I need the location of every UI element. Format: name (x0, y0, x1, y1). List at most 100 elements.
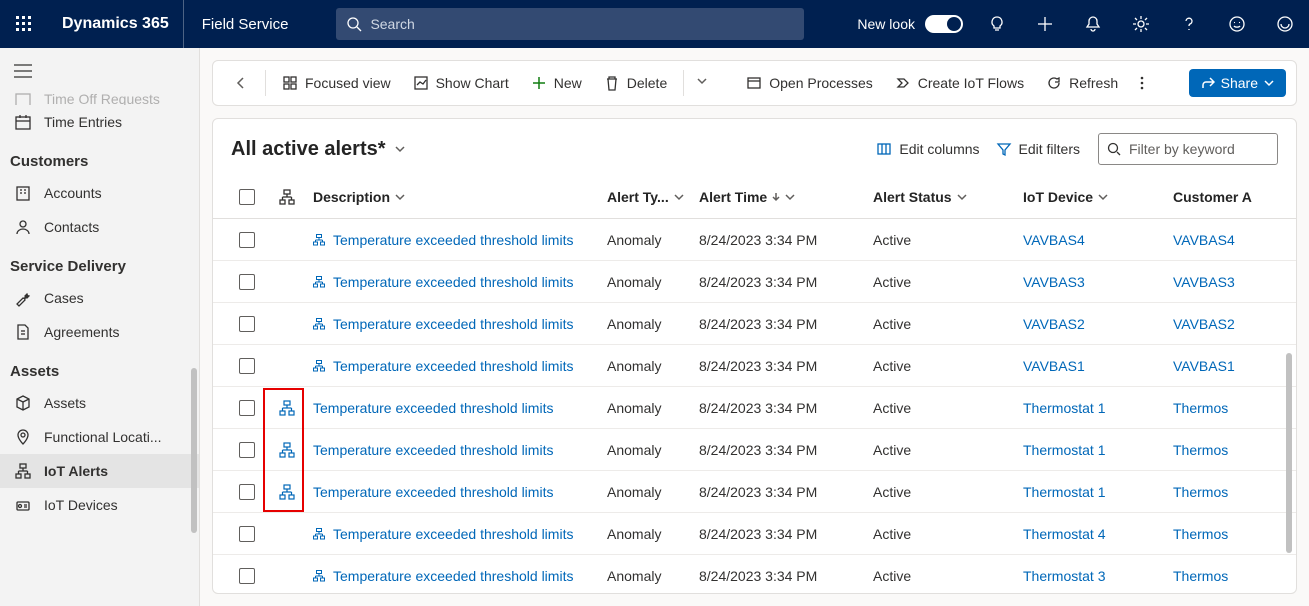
row-hierarchy-cell[interactable] (267, 484, 307, 500)
device-link[interactable]: Thermostat 4 (1023, 526, 1105, 542)
table-row[interactable]: Temperature exceeded threshold limitsAno… (213, 513, 1296, 555)
row-status-cell: Active (873, 316, 1023, 332)
row-checkbox[interactable] (227, 274, 267, 290)
customer-link[interactable]: VAVBAS1 (1173, 358, 1235, 374)
filter-keyword-input[interactable]: Filter by keyword (1098, 133, 1278, 165)
plus-icon[interactable] (1021, 15, 1069, 33)
column-header-iot-device[interactable]: IoT Device (1023, 189, 1173, 205)
device-link[interactable]: Thermostat 1 (1023, 400, 1105, 416)
device-link[interactable]: VAVBAS1 (1023, 358, 1085, 374)
sidebar-item-assets[interactable]: Assets (0, 386, 199, 420)
refresh-button[interactable]: Refresh (1036, 69, 1128, 97)
hamburger-icon[interactable] (0, 58, 199, 93)
app-name[interactable]: Field Service (184, 16, 307, 33)
delete-split-button[interactable] (690, 68, 714, 98)
description-link[interactable]: Temperature exceeded threshold limits (313, 484, 553, 500)
table-row[interactable]: Temperature exceeded threshold limitsAno… (213, 387, 1296, 429)
hierarchy-icon (14, 462, 32, 480)
column-header-alert-status[interactable]: Alert Status (873, 189, 1023, 205)
sidebar-item-accounts[interactable]: Accounts (0, 176, 199, 210)
sidebar-item-functional-locations[interactable]: Functional Locati... (0, 420, 199, 454)
bell-icon[interactable] (1069, 15, 1117, 33)
device-link[interactable]: VAVBAS3 (1023, 274, 1085, 290)
row-description-cell: Temperature exceeded threshold limits (307, 484, 607, 500)
table-scrollbar[interactable] (1286, 223, 1294, 553)
device-link[interactable]: Thermostat 1 (1023, 484, 1105, 500)
sidebar-item-time-entries[interactable]: Time Entries (0, 105, 199, 139)
back-button[interactable] (223, 69, 259, 97)
global-search[interactable]: Search (336, 8, 804, 40)
table-row[interactable]: Temperature exceeded threshold limitsAno… (213, 345, 1296, 387)
row-checkbox[interactable] (227, 568, 267, 584)
column-header-alert-type[interactable]: Alert Ty... (607, 189, 699, 205)
column-header-alert-time[interactable]: Alert Time (699, 189, 873, 205)
row-checkbox[interactable] (227, 484, 267, 500)
row-checkbox[interactable] (227, 316, 267, 332)
customer-link[interactable]: Thermos (1173, 526, 1228, 542)
toggle-switch-icon[interactable] (925, 15, 963, 33)
view-selector[interactable]: All active alerts* (231, 138, 406, 161)
focused-view-button[interactable]: Focused view (272, 69, 401, 97)
customer-link[interactable]: VAVBAS2 (1173, 316, 1235, 332)
customer-link[interactable]: Thermos (1173, 442, 1228, 458)
sidebar-item-iot-devices[interactable]: IoT Devices (0, 488, 199, 522)
description-link[interactable]: Temperature exceeded threshold limits (313, 400, 553, 416)
new-look-toggle[interactable]: New look (847, 15, 973, 33)
column-header-customer[interactable]: Customer A (1173, 189, 1253, 205)
customer-link[interactable]: Thermos (1173, 568, 1228, 584)
select-all-checkbox[interactable] (227, 189, 267, 205)
table-row[interactable]: Temperature exceeded threshold limitsAno… (213, 555, 1296, 593)
description-link[interactable]: Temperature exceeded threshold limits (333, 316, 573, 332)
table-row[interactable]: Temperature exceeded threshold limitsAno… (213, 429, 1296, 471)
smiley-icon[interactable] (1213, 15, 1261, 33)
app-launcher-icon[interactable] (0, 16, 48, 32)
more-commands-button[interactable] (1130, 69, 1154, 97)
create-iot-flows-button[interactable]: Create IoT Flows (885, 69, 1034, 97)
row-checkbox[interactable] (227, 358, 267, 374)
delete-button[interactable]: Delete (594, 69, 677, 97)
assistant-icon[interactable] (1261, 15, 1309, 33)
customer-link[interactable]: Thermos (1173, 484, 1228, 500)
device-link[interactable]: VAVBAS2 (1023, 316, 1085, 332)
table-row[interactable]: Temperature exceeded threshold limitsAno… (213, 219, 1296, 261)
column-header-description[interactable]: Description (307, 189, 607, 205)
row-checkbox[interactable] (227, 526, 267, 542)
description-link[interactable]: Temperature exceeded threshold limits (333, 526, 573, 542)
row-checkbox[interactable] (227, 232, 267, 248)
description-link[interactable]: Temperature exceeded threshold limits (333, 232, 573, 248)
edit-filters-button[interactable]: Edit filters (988, 136, 1088, 162)
sidebar-item-contacts[interactable]: Contacts (0, 210, 199, 244)
device-link[interactable]: Thermostat 1 (1023, 442, 1105, 458)
customer-link[interactable]: VAVBAS3 (1173, 274, 1235, 290)
sidebar-item-requests[interactable]: Time Off Requests (0, 93, 199, 105)
sidebar-item-cases[interactable]: Cases (0, 281, 199, 315)
table-row[interactable]: Temperature exceeded threshold limitsAno… (213, 303, 1296, 345)
edit-columns-button[interactable]: Edit columns (868, 136, 987, 162)
help-icon[interactable] (1165, 15, 1213, 33)
row-hierarchy-cell[interactable] (267, 442, 307, 458)
show-chart-button[interactable]: Show Chart (403, 69, 519, 97)
product-name[interactable]: Dynamics 365 (48, 0, 184, 48)
sidebar-item-iot-alerts[interactable]: IoT Alerts (0, 454, 199, 488)
customer-link[interactable]: Thermos (1173, 400, 1228, 416)
table-row[interactable]: Temperature exceeded threshold limitsAno… (213, 261, 1296, 303)
sidebar-scrollbar[interactable] (187, 148, 199, 606)
description-link[interactable]: Temperature exceeded threshold limits (313, 442, 553, 458)
description-link[interactable]: Temperature exceeded threshold limits (333, 568, 573, 584)
open-processes-button[interactable]: Open Processes (736, 69, 883, 97)
row-checkbox[interactable] (227, 442, 267, 458)
row-hierarchy-cell[interactable] (267, 400, 307, 416)
table-row[interactable]: Temperature exceeded threshold limitsAno… (213, 471, 1296, 513)
new-button[interactable]: New (521, 69, 592, 97)
device-link[interactable]: VAVBAS4 (1023, 232, 1085, 248)
hierarchy-column-header[interactable] (267, 189, 307, 205)
description-link[interactable]: Temperature exceeded threshold limits (333, 274, 573, 290)
row-checkbox[interactable] (227, 400, 267, 416)
lightbulb-icon[interactable] (973, 15, 1021, 33)
gear-icon[interactable] (1117, 15, 1165, 33)
description-link[interactable]: Temperature exceeded threshold limits (333, 358, 573, 374)
share-button[interactable]: Share (1189, 69, 1286, 97)
customer-link[interactable]: VAVBAS4 (1173, 232, 1235, 248)
sidebar-item-agreements[interactable]: Agreements (0, 315, 199, 349)
device-link[interactable]: Thermostat 3 (1023, 568, 1105, 584)
